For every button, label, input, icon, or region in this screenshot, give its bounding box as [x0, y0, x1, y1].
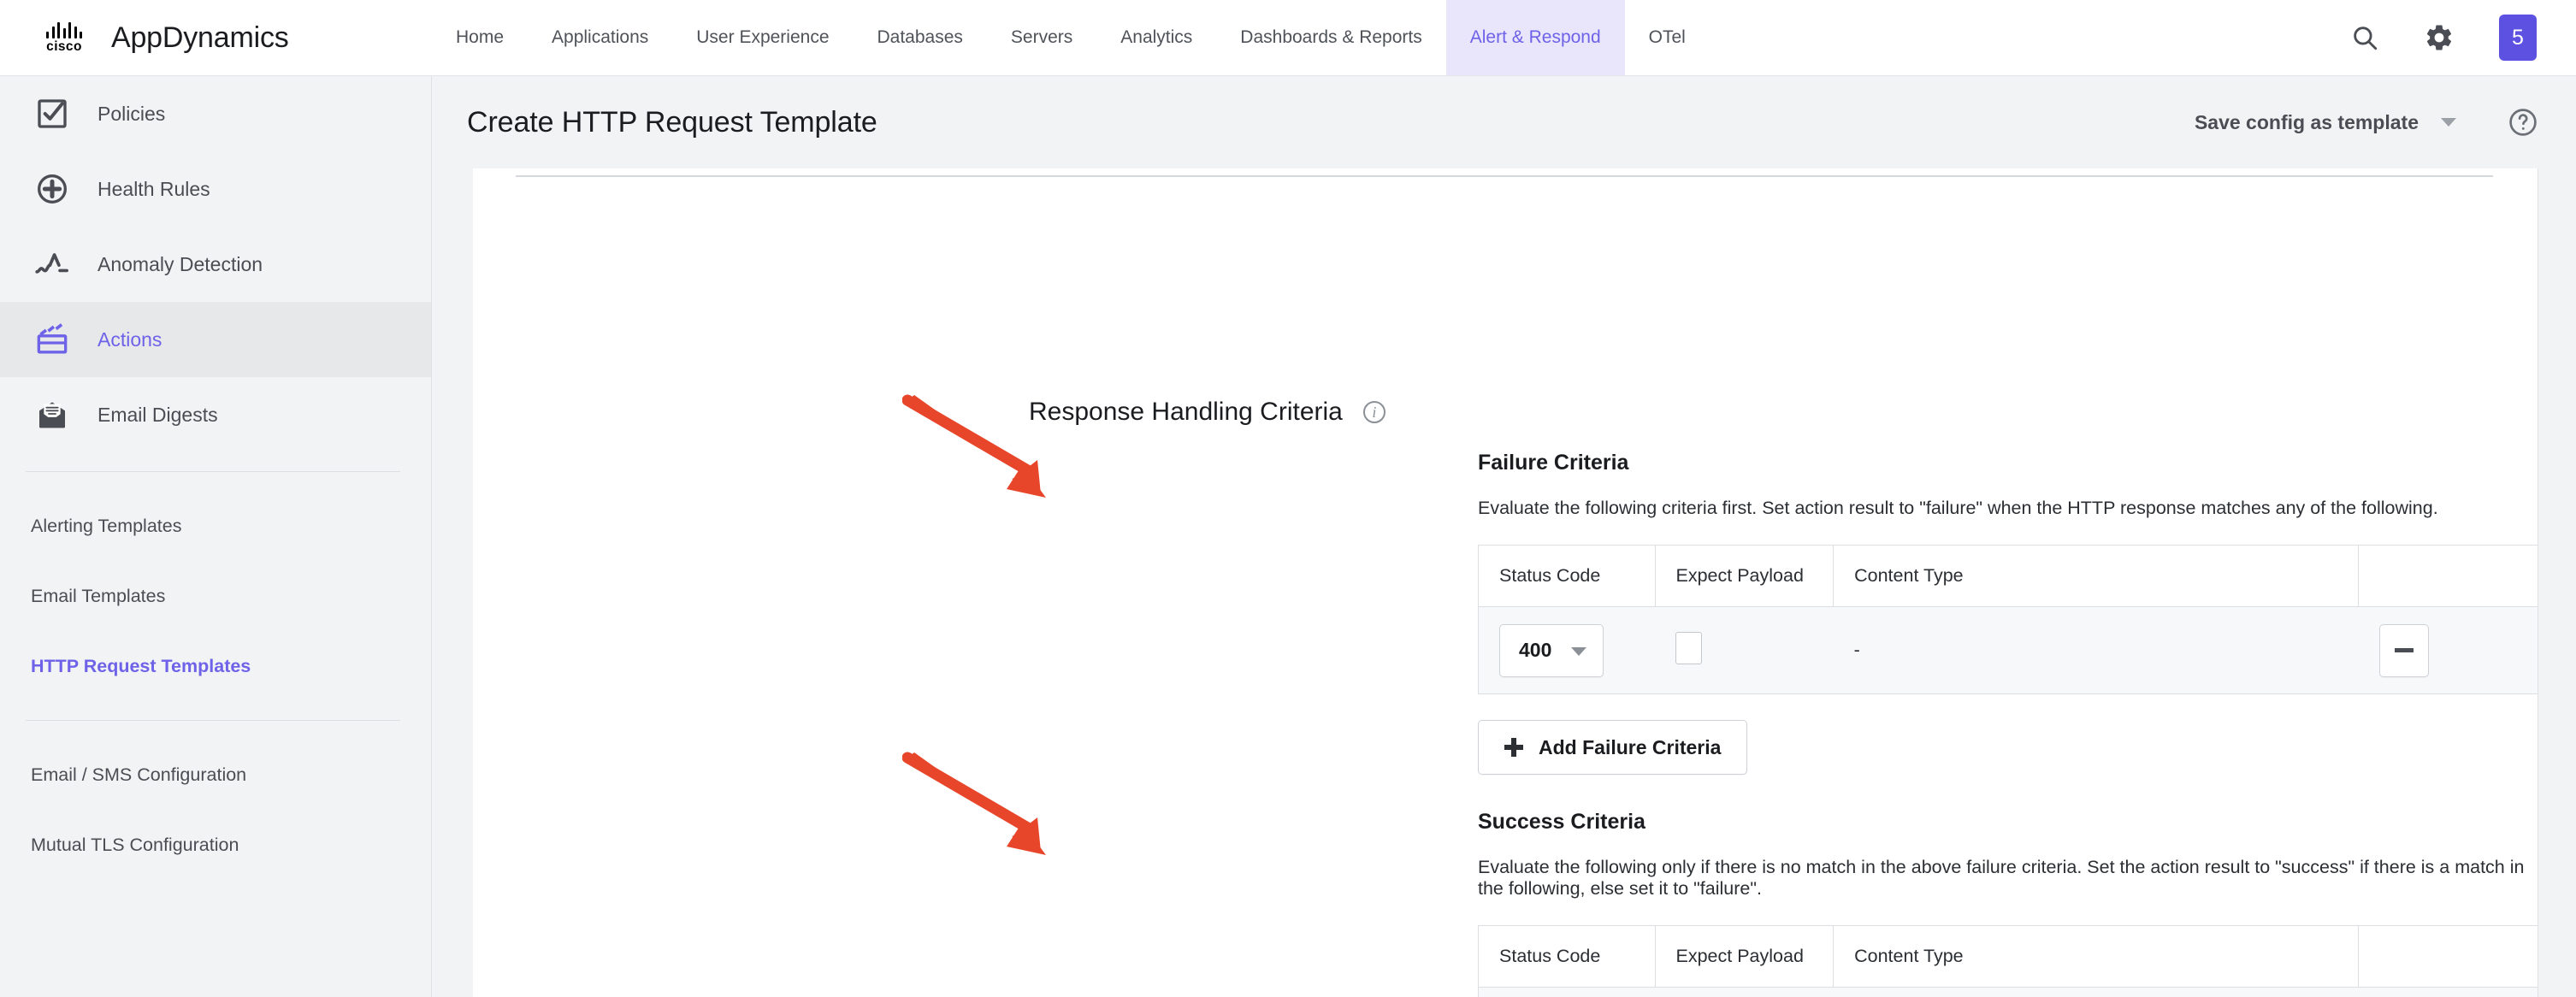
- column-header-expect-payload: Expect Payload: [1655, 925, 1835, 988]
- failure-criteria-title: Failure Criteria: [1478, 451, 1629, 475]
- failure-criteria-table: Status Code Expect Payload Content Type …: [1478, 545, 2538, 694]
- checkbox-checked-icon: [31, 97, 74, 131]
- envelope-icon: [31, 398, 74, 432]
- response-handling-criteria-header: Response Handling Criteria i: [1029, 398, 1385, 427]
- top-nav-actions: 5: [2350, 0, 2576, 75]
- help-circle-icon[interactable]: [2508, 107, 2538, 138]
- table-row: 200 -: [1478, 987, 2538, 997]
- nav-item-user-experience[interactable]: User Experience: [672, 0, 853, 75]
- success-criteria-table: Status Code Expect Payload Content Type …: [1478, 925, 2538, 997]
- remove-failure-criteria-button[interactable]: [2378, 623, 2429, 677]
- sidebar-item-http-request-templates[interactable]: HTTP Request Templates: [0, 631, 431, 701]
- sidebar-item-label: Health Rules: [97, 177, 210, 200]
- success-criteria-block: Success Criteria Evaluate the following …: [1478, 810, 2538, 997]
- chevron-down-icon: [1570, 639, 1587, 662]
- sidebar-item-email-templates[interactable]: Email Templates: [0, 561, 431, 631]
- card-top-divider: [516, 175, 2493, 177]
- sidebar-item-policies[interactable]: Policies: [0, 76, 431, 151]
- failure-criteria-block: Failure Criteria Evaluate the following …: [1478, 451, 2538, 775]
- add-failure-criteria-button[interactable]: Add Failure Criteria: [1478, 720, 1748, 775]
- failure-expect-payload-checkbox[interactable]: [1675, 631, 1702, 664]
- plus-icon: [1504, 738, 1523, 757]
- page-header: Create HTTP Request Template Save config…: [433, 76, 2576, 168]
- top-nav-items: Home Applications User Experience Databa…: [432, 0, 2350, 75]
- column-header-actions: [2358, 545, 2538, 607]
- brand-logo-group[interactable]: cisco AppDynamics: [0, 0, 432, 75]
- sidebar-item-email-sms-configuration[interactable]: Email / SMS Configuration: [0, 740, 431, 810]
- sidebar-item-label: Actions: [97, 327, 162, 351]
- sidebar-item-health-rules[interactable]: Health Rules: [0, 151, 431, 227]
- nav-item-home[interactable]: Home: [432, 0, 528, 75]
- nav-item-analytics[interactable]: Analytics: [1096, 0, 1216, 75]
- gear-icon[interactable]: [2424, 22, 2455, 53]
- failure-status-code-select[interactable]: 400: [1499, 623, 1604, 677]
- column-header-status-code: Status Code: [1478, 925, 1656, 988]
- section-title: Response Handling Criteria: [1029, 398, 1343, 426]
- cell-expect-payload: [1655, 606, 1834, 694]
- sidebar-item-label: Policies: [97, 102, 166, 125]
- cisco-bars-icon: [46, 21, 82, 39]
- success-criteria-description: Evaluate the following only if there is …: [1478, 857, 2525, 899]
- success-criteria-title: Success Criteria: [1478, 810, 1645, 834]
- failure-status-code-value: 400: [1519, 639, 1552, 661]
- page-header-actions: Save config as template: [2195, 107, 2576, 138]
- column-header-actions: [2358, 925, 2538, 988]
- left-sidebar: Policies Health Rules Anomaly Detection: [0, 76, 432, 997]
- page-title: Create HTTP Request Template: [467, 105, 877, 139]
- chevron-down-icon[interactable]: [2441, 118, 2456, 127]
- add-failure-criteria-label: Add Failure Criteria: [1539, 735, 1722, 758]
- cell-status-code: 200: [1478, 987, 1655, 997]
- main-content-card: Response Handling Criteria i Failure Cri…: [473, 168, 2538, 997]
- cell-row-actions: [2358, 606, 2538, 694]
- anomaly-waveform-icon: [31, 247, 74, 281]
- table-header-row: Status Code Expect Payload Content Type: [1478, 925, 2538, 988]
- table-row: 400 -: [1478, 606, 2538, 694]
- clapperboard-icon: [31, 322, 74, 357]
- cell-status-code: 400: [1478, 606, 1655, 694]
- sidebar-item-email-digests[interactable]: Email Digests: [0, 377, 431, 452]
- cisco-logo: cisco: [38, 21, 91, 54]
- column-header-content-type: Content Type: [1833, 545, 2360, 607]
- table-header-row: Status Code Expect Payload Content Type: [1478, 545, 2538, 607]
- column-header-expect-payload: Expect Payload: [1655, 545, 1835, 607]
- sidebar-item-label: Email Digests: [97, 403, 218, 426]
- minus-icon: [2394, 648, 2414, 652]
- column-header-status-code: Status Code: [1478, 545, 1656, 607]
- cell-content-type: -: [1833, 987, 2359, 997]
- sidebar-item-label: Anomaly Detection: [97, 252, 263, 275]
- failure-criteria-description: Evaluate the following criteria first. S…: [1478, 498, 2438, 518]
- sidebar-item-anomaly-detection[interactable]: Anomaly Detection: [0, 227, 431, 302]
- sidebar-divider-top: [26, 471, 400, 472]
- cell-content-type: -: [1833, 606, 2359, 694]
- save-config-as-template-button[interactable]: Save config as template: [2195, 111, 2456, 134]
- plus-circle-icon: [31, 172, 74, 206]
- product-name: AppDynamics: [111, 21, 289, 54]
- notification-badge[interactable]: 5: [2499, 15, 2537, 61]
- nav-item-otel[interactable]: OTel: [1625, 0, 1710, 75]
- sidebar-item-mutual-tls-configuration[interactable]: Mutual TLS Configuration: [0, 810, 431, 880]
- cell-expect-payload: [1655, 987, 1834, 997]
- save-config-as-template-label: Save config as template: [2194, 110, 2419, 133]
- nav-item-alert-respond[interactable]: Alert & Respond: [1445, 0, 1625, 75]
- info-circle-icon[interactable]: i: [1362, 401, 1385, 423]
- top-navigation-bar: cisco AppDynamics Home Applications User…: [0, 0, 2576, 76]
- vertical-scrollbar[interactable]: [2538, 168, 2576, 997]
- sidebar-item-alerting-templates[interactable]: Alerting Templates: [0, 491, 431, 561]
- nav-item-servers[interactable]: Servers: [987, 0, 1096, 75]
- nav-item-applications[interactable]: Applications: [528, 0, 672, 75]
- cisco-wordmark: cisco: [46, 39, 82, 55]
- sidebar-divider-bottom: [26, 720, 400, 721]
- cell-row-actions: [2358, 987, 2538, 997]
- nav-item-dashboards-reports[interactable]: Dashboards & Reports: [1216, 0, 1445, 75]
- search-icon[interactable]: [2350, 23, 2379, 52]
- nav-item-databases[interactable]: Databases: [854, 0, 987, 75]
- sidebar-item-actions[interactable]: Actions: [0, 302, 431, 377]
- column-header-content-type: Content Type: [1833, 925, 2360, 988]
